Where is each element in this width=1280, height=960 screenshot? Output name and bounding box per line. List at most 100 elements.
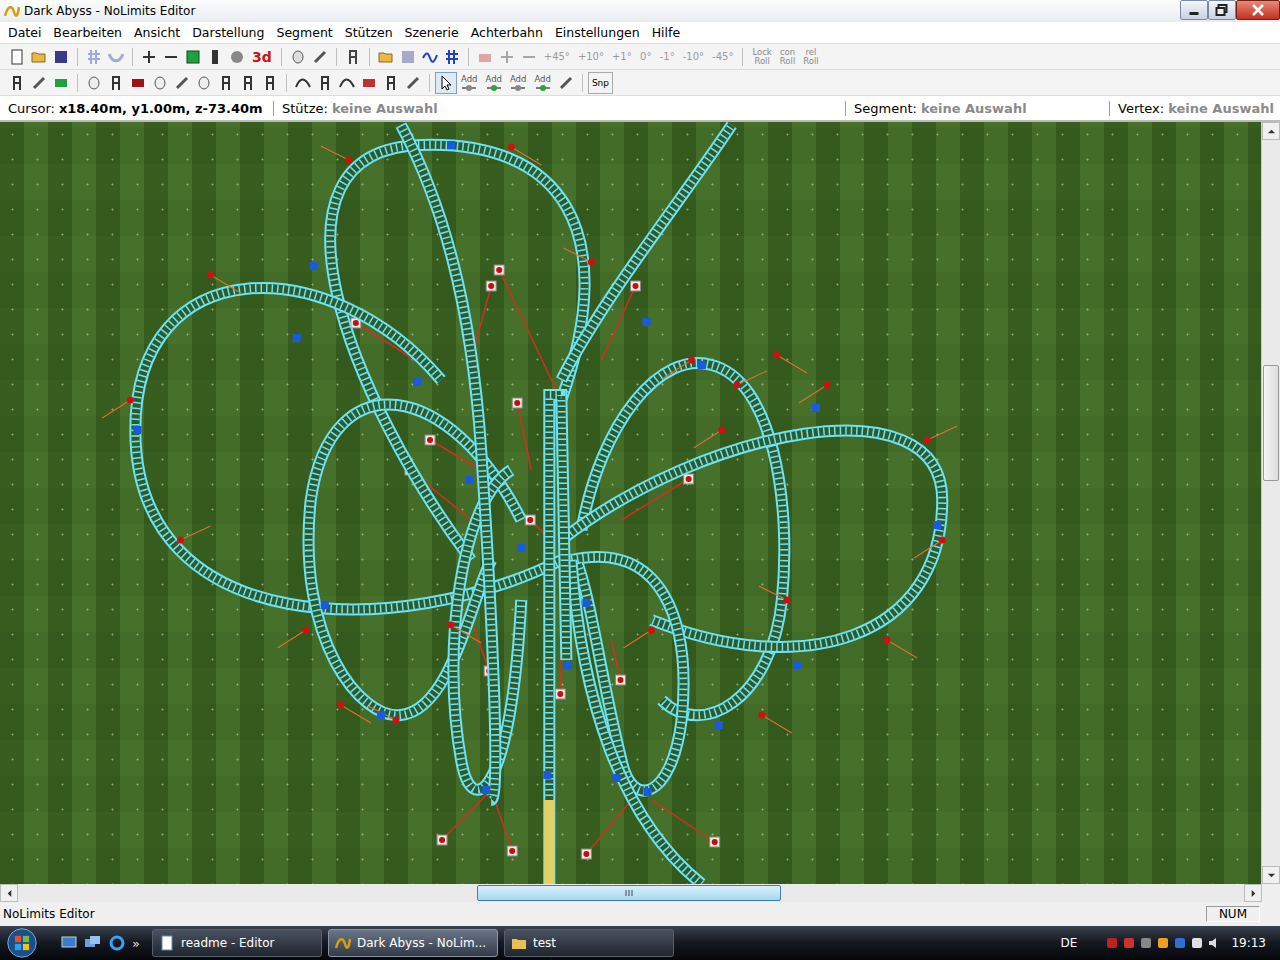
toolbar-button[interactable] <box>28 46 50 68</box>
scroll-left-button[interactable] <box>0 884 18 902</box>
roll-button[interactable]: conRoll <box>776 46 799 68</box>
add-button[interactable]: Add <box>481 72 505 94</box>
support-pin[interactable] <box>924 426 958 444</box>
tray-icon[interactable] <box>1173 936 1187 950</box>
toolbar-button[interactable] <box>215 72 237 94</box>
support[interactable] <box>437 790 491 845</box>
support[interactable] <box>581 800 631 859</box>
menu-item[interactable]: Szenerie <box>399 25 465 40</box>
menu-item[interactable]: Ansicht <box>128 25 186 40</box>
tray-icon[interactable] <box>1190 936 1204 950</box>
horizontal-scrollbar[interactable] <box>0 884 1280 902</box>
menu-item[interactable]: Achterbahn <box>465 25 549 40</box>
support-pin[interactable] <box>278 627 310 649</box>
taskbar-button[interactable]: test <box>504 929 674 957</box>
clock[interactable]: 19:13 <box>1231 936 1274 950</box>
vertex-marker[interactable] <box>612 774 620 782</box>
add-button[interactable]: Add <box>506 72 530 94</box>
support[interactable] <box>512 398 531 470</box>
scroll-down-button[interactable] <box>1262 866 1280 884</box>
toolbar-button[interactable]: -10° <box>679 46 708 68</box>
support-pin[interactable] <box>759 586 791 604</box>
vertex-marker[interactable] <box>447 141 455 149</box>
snap-button[interactable]: Snp <box>588 72 613 94</box>
internet-explorer-icon[interactable] <box>108 934 126 952</box>
support-pin[interactable] <box>758 712 792 734</box>
vertex-marker[interactable] <box>321 601 329 609</box>
toolbar-button[interactable] <box>83 46 105 68</box>
quick-launch-more[interactable]: » <box>132 936 140 951</box>
tray-icon[interactable] <box>1139 936 1153 950</box>
add-button[interactable]: Add <box>457 72 481 94</box>
minimize-button[interactable] <box>1180 0 1208 20</box>
toolbar-button[interactable] <box>435 72 457 94</box>
toolbar-button[interactable]: +45° <box>540 46 574 68</box>
toolbar-button[interactable] <box>474 46 496 68</box>
tray-icon[interactable] <box>1156 936 1170 950</box>
scroll-right-button[interactable] <box>1244 884 1262 902</box>
support-pin[interactable] <box>563 248 595 266</box>
support-pin[interactable] <box>337 702 371 724</box>
toolbar-button[interactable] <box>314 72 336 94</box>
toolbar-button[interactable] <box>204 46 226 68</box>
vertex-marker[interactable] <box>933 521 941 529</box>
menu-item[interactable]: Segment <box>270 25 338 40</box>
toolbar-button[interactable]: +10° <box>574 46 608 68</box>
menu-item[interactable]: Einstellungen <box>549 25 646 40</box>
menu-item[interactable]: Darstellung <box>186 25 270 40</box>
vertex-marker[interactable] <box>293 334 301 342</box>
toolbar-button[interactable] <box>336 72 358 94</box>
toolbar-button[interactable] <box>226 46 248 68</box>
toolbar-button[interactable] <box>50 72 72 94</box>
switch-windows-icon[interactable] <box>84 934 102 952</box>
toolbar-button[interactable] <box>397 46 419 68</box>
support-pin[interactable] <box>694 427 726 449</box>
roll-button[interactable]: LockRoll <box>748 46 775 68</box>
vertex-marker[interactable] <box>543 771 551 779</box>
language-indicator[interactable]: DE <box>1061 936 1078 950</box>
toolbar-button[interactable] <box>555 72 577 94</box>
scroll-thumb[interactable] <box>1263 365 1279 481</box>
toolbar-button[interactable] <box>380 72 402 94</box>
toolbar-button[interactable] <box>237 72 259 94</box>
vertex-marker[interactable] <box>482 786 490 794</box>
track-segment[interactable] <box>401 125 495 800</box>
roll-button[interactable]: relRoll <box>799 46 822 68</box>
menu-item[interactable]: Datei <box>2 25 47 40</box>
close-button[interactable] <box>1236 0 1280 20</box>
scroll-thumb[interactable] <box>477 885 781 901</box>
track-canvas[interactable] <box>0 122 1261 884</box>
toolbar-button[interactable] <box>83 72 105 94</box>
support-pin[interactable] <box>508 144 542 166</box>
menu-item[interactable]: Stützen <box>339 25 399 40</box>
track-segment[interactable] <box>135 288 561 609</box>
vertex-marker[interactable] <box>698 361 706 369</box>
maximize-button[interactable] <box>1208 0 1236 20</box>
support-pin[interactable] <box>623 627 655 649</box>
toolbar-button[interactable]: -1° <box>656 46 679 68</box>
volume-icon[interactable] <box>1207 936 1221 950</box>
vertex-marker[interactable] <box>133 426 141 434</box>
desktop-icon[interactable] <box>60 934 78 952</box>
menu-item[interactable]: Hilfe <box>646 25 686 40</box>
vertical-scrollbar[interactable] <box>1261 122 1280 884</box>
toolbar-button[interactable] <box>160 46 182 68</box>
toolbar-button[interactable]: +1° <box>608 46 636 68</box>
toolbar-button[interactable] <box>496 46 518 68</box>
toolbar-button[interactable]: -45° <box>708 46 737 68</box>
track-segment[interactable] <box>561 431 942 647</box>
support-pin[interactable] <box>773 352 807 374</box>
toolbar-button[interactable] <box>6 72 28 94</box>
support-pin[interactable] <box>321 146 353 164</box>
vertex-marker[interactable] <box>377 711 385 719</box>
vertex-marker[interactable] <box>715 721 723 729</box>
track-segment[interactable] <box>561 125 731 380</box>
scroll-up-button[interactable] <box>1262 122 1280 140</box>
support-pin[interactable] <box>799 382 831 404</box>
support-pin[interactable] <box>448 622 482 644</box>
toolbar-button[interactable] <box>419 46 441 68</box>
tray-icon[interactable] <box>1105 936 1119 950</box>
toolbar-button[interactable] <box>105 72 127 94</box>
track-segment[interactable] <box>549 395 566 884</box>
support-pin[interactable] <box>177 526 211 544</box>
